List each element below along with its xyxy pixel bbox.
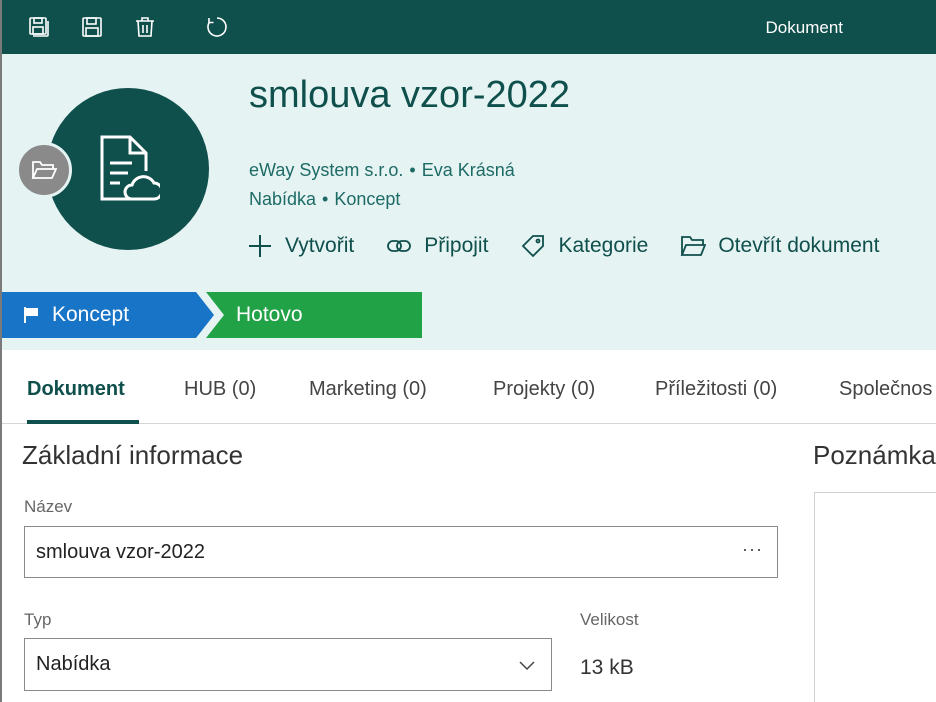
tab-prilezitosti[interactable]: Příležitosti (0) bbox=[655, 378, 777, 401]
more-options-icon[interactable]: ··· bbox=[742, 539, 763, 560]
doc-type: Nabídka bbox=[249, 189, 317, 209]
tag-icon bbox=[522, 235, 545, 258]
company-link[interactable]: eWay System s.r.o. bbox=[249, 160, 403, 180]
tab-projekty[interactable]: Projekty (0) bbox=[493, 378, 595, 401]
meta-type-state: Nabídka • Koncept bbox=[249, 189, 400, 210]
action-bar: Vytvořit Připojit Kategorie Otevřít doku… bbox=[247, 233, 911, 259]
doc-state: Koncept bbox=[334, 189, 401, 209]
window-title: Dokument bbox=[765, 18, 843, 37]
folder-open-icon bbox=[31, 161, 57, 179]
meta-company-owner: eWay System s.r.o. • Eva Krásná bbox=[249, 160, 515, 181]
toolbar: Dokument bbox=[2, 0, 936, 54]
create-button[interactable]: Vytvořit bbox=[247, 233, 354, 259]
section-title-notes: Poznámka bbox=[813, 440, 936, 470]
section-title-basic-info: Základní informace bbox=[22, 440, 244, 470]
save-icon[interactable] bbox=[79, 14, 105, 40]
tab-spolecnosti[interactable]: Společnos bbox=[839, 378, 932, 401]
open-document-button[interactable]: Otevřít dokument bbox=[680, 233, 879, 259]
type-select-value: Nabídka bbox=[36, 653, 111, 675]
chevron-down-icon bbox=[519, 661, 535, 671]
tab-dokument[interactable]: Dokument bbox=[27, 378, 125, 401]
active-tab-indicator bbox=[27, 420, 139, 424]
save-close-icon[interactable] bbox=[26, 14, 52, 40]
attach-label: Připojit bbox=[424, 234, 489, 257]
type-label: Typ bbox=[24, 610, 52, 629]
plus-icon bbox=[249, 235, 271, 257]
separator: • bbox=[409, 160, 416, 180]
tab-marketing[interactable]: Marketing (0) bbox=[309, 378, 427, 401]
page-title: smlouva vzor-2022 bbox=[249, 74, 571, 116]
stage-koncept[interactable]: Koncept bbox=[2, 292, 214, 338]
document-cloud-icon bbox=[100, 135, 160, 201]
record-header: smlouva vzor-2022 eWay System s.r.o. • Eva… bbox=[2, 54, 936, 350]
open-document-label: Otevřít dokument bbox=[718, 234, 880, 257]
document-window: Dokument smlouva vzor-2022 eWay System s… bbox=[0, 0, 936, 702]
refresh-icon[interactable] bbox=[204, 14, 230, 40]
folder-badge[interactable] bbox=[16, 142, 72, 198]
stage-hotovo-label: Hotovo bbox=[236, 303, 303, 326]
size-label: Velikost bbox=[580, 610, 639, 629]
name-label: Název bbox=[24, 497, 73, 516]
tab-bar: Dokument HUB (0) Marketing (0) Projekty … bbox=[2, 350, 936, 424]
name-input[interactable]: smlouva vzor-2022 ··· bbox=[24, 526, 778, 578]
tab-hub[interactable]: HUB (0) bbox=[184, 378, 256, 401]
stage-hotovo[interactable]: Hotovo bbox=[206, 292, 422, 338]
category-label: Kategorie bbox=[558, 234, 649, 257]
owner-link[interactable]: Eva Krásná bbox=[422, 160, 515, 180]
category-button[interactable]: Kategorie bbox=[520, 233, 648, 259]
size-value: 13 kB bbox=[580, 656, 634, 679]
separator: • bbox=[322, 189, 329, 209]
notes-textarea[interactable] bbox=[814, 492, 936, 702]
folder-open-icon bbox=[681, 236, 707, 256]
stage-koncept-label: Koncept bbox=[52, 303, 130, 326]
name-input-value: smlouva vzor-2022 bbox=[36, 540, 205, 563]
link-icon bbox=[387, 240, 412, 252]
create-label: Vytvořit bbox=[285, 234, 355, 257]
flag-icon bbox=[24, 307, 38, 323]
attach-button[interactable]: Připojit bbox=[386, 233, 488, 259]
type-select[interactable]: Nabídka bbox=[24, 638, 552, 691]
delete-icon[interactable] bbox=[132, 14, 158, 40]
